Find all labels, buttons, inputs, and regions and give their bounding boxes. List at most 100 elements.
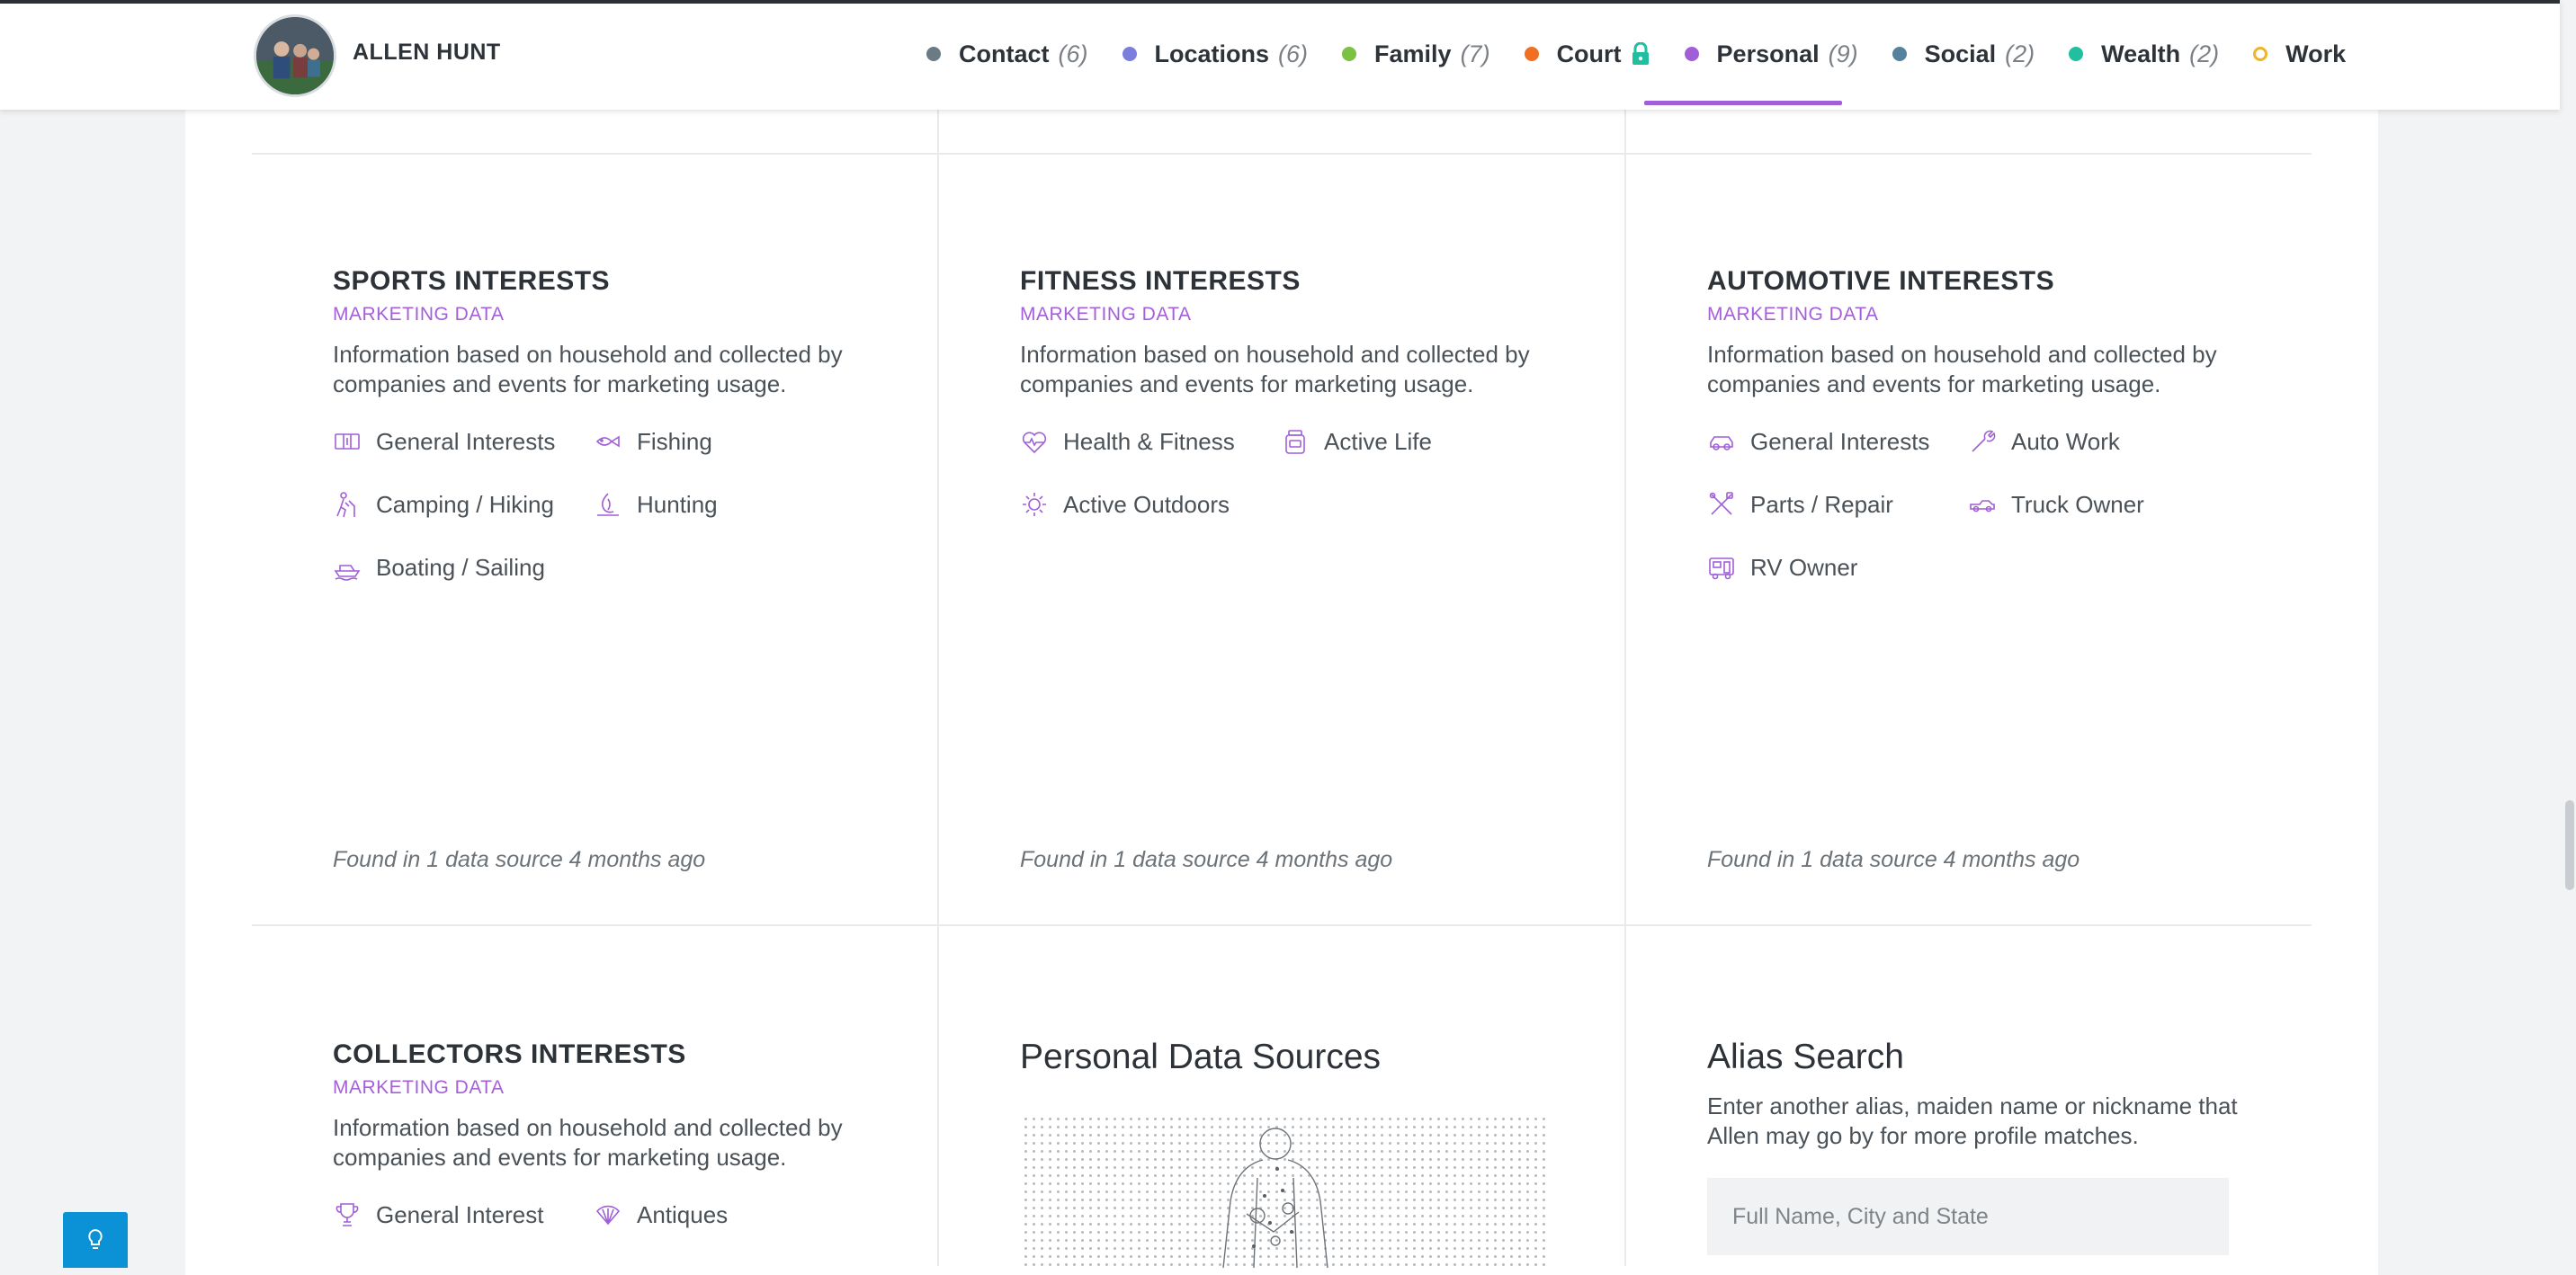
personal-dot-icon: [1684, 47, 1699, 61]
trophy-icon: [335, 1203, 359, 1226]
interest-tags: General Interests Auto Work Parts / Repa…: [1707, 426, 2247, 583]
tab-label: Social: [1924, 40, 1997, 67]
tab-count: (6): [1058, 40, 1088, 67]
interest-label: Camping / Hiking: [376, 490, 554, 518]
interest-tag: Camping / Hiking: [333, 489, 558, 520]
scoreboard-icon: [335, 433, 360, 450]
help-button[interactable]: [63, 1212, 128, 1268]
tab-count: (2): [2189, 40, 2220, 67]
fishing-icon: [595, 435, 620, 448]
card-title: FITNESS INTERESTS: [1020, 266, 1301, 296]
card-subtitle: MARKETING DATA: [333, 304, 505, 325]
heart-pulse-icon: [1022, 432, 1047, 454]
car-icon: [1710, 436, 1733, 450]
tab-count: (7): [1460, 40, 1490, 67]
interest-label: General Interests: [1750, 427, 1930, 455]
grid-divider: [252, 924, 2312, 926]
card-title: SPORTS INTERESTS: [333, 266, 611, 296]
card-description: Information based on household and colle…: [1020, 341, 1530, 397]
section-title: Alias Search: [1707, 1038, 1904, 1076]
interest-label: Antiques: [637, 1200, 729, 1228]
truck-icon: [1970, 500, 1995, 513]
social-dot-icon: [1892, 47, 1907, 61]
wealth-dot-icon: [2069, 47, 2084, 61]
alias-search-input[interactable]: [1707, 1178, 2229, 1255]
personal-data-sources: Personal Data Sources: [1020, 1038, 1381, 1077]
active-tab-indicator: [1644, 101, 1842, 105]
interest-label: Parts / Repair: [1750, 490, 1893, 518]
category-tabs: Contact (6) Locations (6) Family (7) Cou…: [926, 36, 2380, 72]
supplement-jar-icon: [1285, 430, 1305, 454]
interest-label: Boating / Sailing: [376, 553, 545, 581]
contact-dot-icon: [926, 47, 941, 61]
card-subtitle: MARKETING DATA: [1707, 304, 1879, 325]
data-sources-illustration: [1022, 1115, 1545, 1268]
tools-icon: [1709, 492, 1733, 515]
interest-tags: General Interests Fishing Camping / Hiki…: [333, 426, 872, 583]
card-description: Information based on household and colle…: [333, 1114, 843, 1171]
fitness-interests-card: FITNESS INTERESTS MARKETING DATA Informa…: [1020, 266, 1560, 520]
card-title: AUTOMOTIVE INTERESTS: [1707, 266, 2055, 296]
tab-personal[interactable]: Personal (9): [1684, 36, 1858, 72]
collectors-interests-card: COLLECTORS INTERESTS MARKETING DATA Info…: [333, 1039, 872, 1230]
card-subtitle: MARKETING DATA: [1020, 304, 1192, 325]
tab-label: Wealth: [2101, 40, 2181, 67]
human-figure-icon: [1222, 1128, 1328, 1268]
interest-tag: Active Life: [1281, 426, 1432, 457]
interest-label: General Interests: [376, 427, 556, 455]
interest-label: Active Life: [1324, 427, 1432, 455]
sports-interests-card: SPORTS INTERESTS MARKETING DATA Informat…: [333, 266, 872, 583]
scrollbar-thumb[interactable]: [2565, 800, 2574, 890]
top-navigation-bar: ALLEN HUNT Contact (6) Locations (6) Fam…: [0, 0, 2560, 110]
data-source-note: Found in 1 data source 4 months ago: [1020, 847, 1393, 872]
tab-locations[interactable]: Locations (6): [1122, 36, 1309, 72]
column-divider: [937, 106, 939, 1266]
tab-label: Personal: [1716, 40, 1820, 67]
profile-avatar[interactable]: [254, 14, 336, 97]
court-dot-icon: [1524, 47, 1539, 61]
card-subtitle: MARKETING DATA: [333, 1077, 505, 1098]
tab-count: (9): [1828, 40, 1858, 67]
tab-label: Work: [2285, 40, 2347, 67]
tab-social[interactable]: Social (2): [1892, 36, 2035, 72]
tab-work[interactable]: Work: [2253, 36, 2346, 72]
interest-tag: Boating / Sailing: [333, 552, 545, 583]
lock-icon: [1632, 42, 1649, 65]
tab-wealth[interactable]: Wealth (2): [2069, 36, 2219, 72]
fan-icon: [595, 1205, 621, 1226]
interest-label: Hunting: [637, 490, 718, 518]
interest-tag: Fishing: [594, 426, 712, 457]
sun-icon: [1023, 493, 1046, 516]
hunting-icon: [597, 493, 619, 516]
interest-tag: Antiques: [594, 1199, 728, 1230]
tab-label: Locations: [1154, 40, 1270, 67]
interest-label: General Interest: [376, 1200, 544, 1228]
interest-tags: Health & Fitness Active Life Active Outd…: [1020, 426, 1560, 520]
tab-family[interactable]: Family (7): [1342, 36, 1490, 72]
tab-label: Family: [1374, 40, 1452, 67]
hiking-icon: [336, 492, 355, 518]
data-source-note: Found in 1 data source 4 months ago: [1707, 847, 2080, 872]
card-description: Information based on household and colle…: [333, 341, 843, 397]
tab-count: (6): [1278, 40, 1309, 67]
interest-tag: Active Outdoors: [1020, 489, 1230, 520]
alias-description: Enter another alias, maiden name or nick…: [1707, 1092, 2238, 1149]
card-title: COLLECTORS INTERESTS: [333, 1039, 686, 1069]
tab-court[interactable]: Court: [1524, 36, 1650, 72]
tab-label: Court: [1556, 40, 1622, 67]
card-description: Information based on household and colle…: [1707, 341, 2217, 397]
locations-dot-icon: [1122, 47, 1137, 61]
column-divider: [1624, 106, 1626, 1266]
interest-tag: Truck Owner: [1968, 489, 2144, 520]
interest-label: Auto Work: [2011, 427, 2120, 455]
family-dot-icon: [1342, 47, 1357, 61]
interest-label: Fishing: [637, 427, 712, 455]
interest-tag: General Interest: [333, 1199, 558, 1230]
alias-search: Alias Search Enter another alias, maiden…: [1707, 1038, 2247, 1255]
automotive-interests-card: AUTOMOTIVE INTERESTS MARKETING DATA Info…: [1707, 266, 2247, 583]
tab-contact[interactable]: Contact (6): [926, 36, 1088, 72]
tab-label: Contact: [959, 40, 1050, 67]
section-title: Personal Data Sources: [1020, 1038, 1382, 1076]
interest-tag: Auto Work: [1968, 426, 2120, 457]
interest-label: Truck Owner: [2011, 490, 2144, 518]
